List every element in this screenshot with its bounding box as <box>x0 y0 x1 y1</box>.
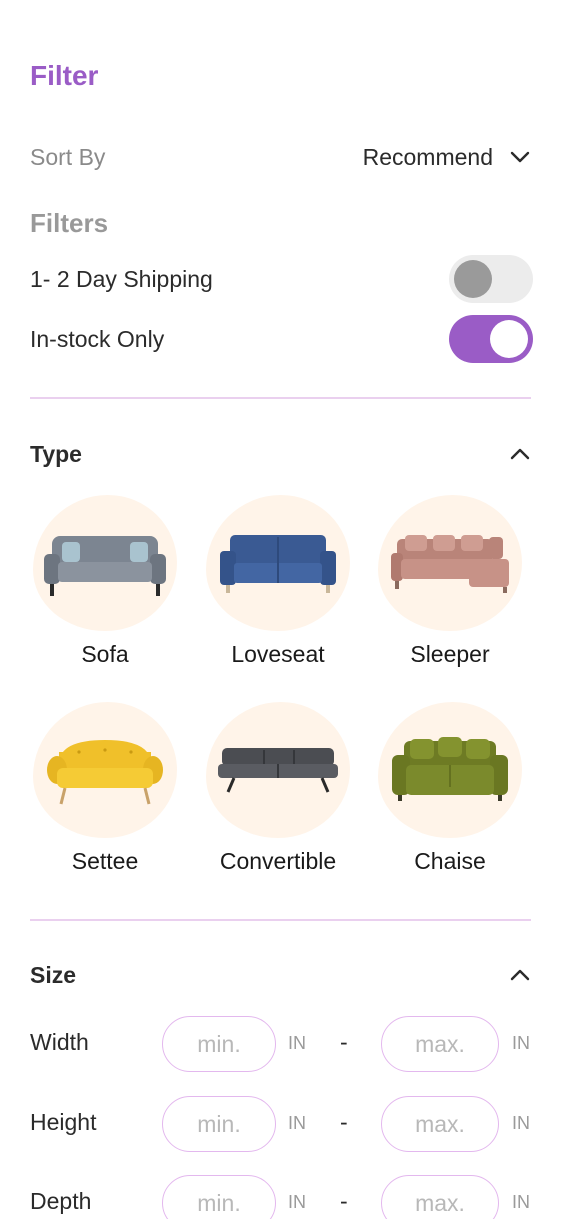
sort-row: Sort By Recommend <box>30 140 531 174</box>
size-row-label: Height <box>30 1109 97 1135</box>
shipping-filter-row: 1- 2 Day Shipping <box>30 254 533 304</box>
sleeper-icon <box>391 535 509 593</box>
chevron-up-icon <box>510 969 530 981</box>
sort-value: Recommend <box>362 143 493 170</box>
instock-toggle-label: In-stock Only <box>30 325 165 352</box>
type-option-label: Sofa <box>81 641 129 667</box>
toggle-knob <box>454 260 492 298</box>
settee-icon <box>47 740 163 805</box>
type-option-label: Settee <box>71 848 139 874</box>
type-option-background <box>378 702 522 838</box>
size-section-title: Size <box>30 961 77 988</box>
divider <box>30 919 531 921</box>
type-option-background <box>33 702 177 838</box>
unit-label: IN <box>288 1192 306 1212</box>
shipping-toggle-label: 1- 2 Day Shipping <box>30 265 213 292</box>
unit-label: IN <box>288 1113 306 1133</box>
size-row-height: Height IN - IN <box>30 1096 533 1152</box>
range-separator: - <box>340 1029 348 1055</box>
filters-heading: Filters <box>30 208 109 238</box>
unit-label: IN <box>288 1033 306 1053</box>
page-title: Filter <box>30 60 99 91</box>
type-option-background <box>206 495 350 631</box>
type-option-settee[interactable]: Settee <box>30 702 180 875</box>
type-option-label: Loveseat <box>231 641 325 667</box>
type-section-title: Type <box>30 440 82 467</box>
range-separator: - <box>340 1109 348 1135</box>
size-collapse-button[interactable] <box>509 964 531 986</box>
sort-dropdown[interactable]: Recommend <box>363 144 531 171</box>
loveseat-icon <box>220 535 336 593</box>
chaise-icon <box>392 737 508 801</box>
sofa-icon <box>44 536 166 596</box>
type-option-background <box>33 495 177 631</box>
type-option-label: Convertible <box>219 848 337 874</box>
type-collapse-button[interactable] <box>509 443 531 465</box>
width-min-input[interactable] <box>162 1016 276 1072</box>
sort-label: Sort By <box>30 143 106 170</box>
type-option-sofa[interactable]: Sofa <box>30 495 180 668</box>
size-section-header: Size <box>30 958 531 992</box>
size-row-label: Depth <box>30 1188 92 1214</box>
chevron-down-icon <box>510 151 530 163</box>
type-option-convertible[interactable]: Convertible <box>203 702 353 875</box>
convertible-icon <box>218 748 338 793</box>
size-row-depth: Depth IN - IN <box>30 1175 533 1219</box>
type-section-header: Type <box>30 437 531 471</box>
toggle-knob <box>490 320 528 358</box>
type-option-chaise[interactable]: Chaise <box>375 702 525 875</box>
shipping-toggle[interactable] <box>449 255 533 303</box>
instock-toggle[interactable] <box>449 315 533 363</box>
chevron-up-icon <box>510 448 530 460</box>
type-option-label: Chaise <box>414 848 486 874</box>
instock-filter-row: In-stock Only <box>30 314 533 364</box>
unit-label: IN <box>512 1192 530 1212</box>
type-option-loveseat[interactable]: Loveseat <box>203 495 353 668</box>
range-separator: - <box>340 1188 348 1214</box>
size-row-label: Width <box>30 1029 89 1055</box>
type-option-sleeper[interactable]: Sleeper <box>375 495 525 668</box>
unit-label: IN <box>512 1113 530 1133</box>
height-min-input[interactable] <box>162 1096 276 1152</box>
divider <box>30 397 531 399</box>
width-max-input[interactable] <box>381 1016 499 1072</box>
type-option-background <box>206 702 350 838</box>
type-option-background <box>378 495 522 631</box>
size-row-width: Width IN - IN <box>30 1016 533 1072</box>
depth-max-input[interactable] <box>381 1175 499 1219</box>
unit-label: IN <box>512 1033 530 1053</box>
depth-min-input[interactable] <box>162 1175 276 1219</box>
height-max-input[interactable] <box>381 1096 499 1152</box>
type-option-label: Sleeper <box>410 641 490 667</box>
